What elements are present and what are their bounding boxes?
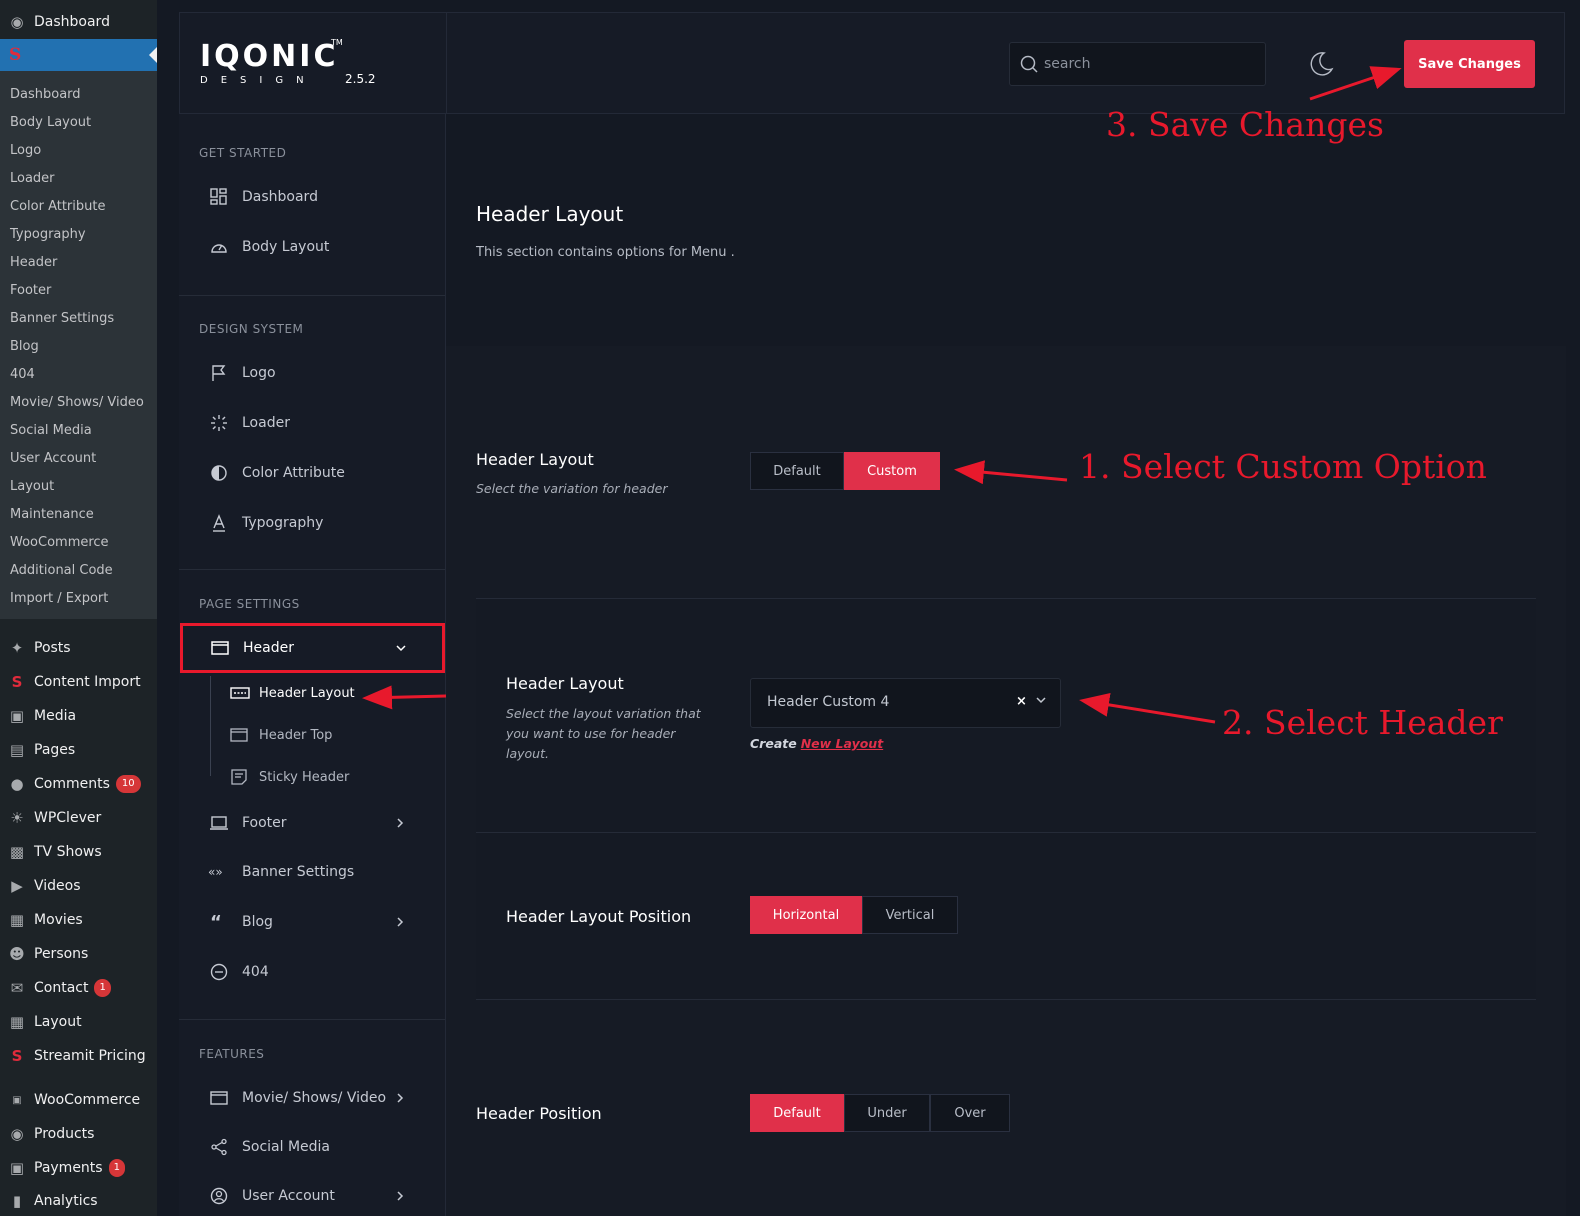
arrow-to-select xyxy=(1079,692,1216,724)
arrow-to-custom xyxy=(954,460,1068,485)
arrow-to-header-layout xyxy=(362,685,447,710)
annotation-arrows xyxy=(362,66,1402,724)
arrow-to-save xyxy=(1309,66,1402,101)
